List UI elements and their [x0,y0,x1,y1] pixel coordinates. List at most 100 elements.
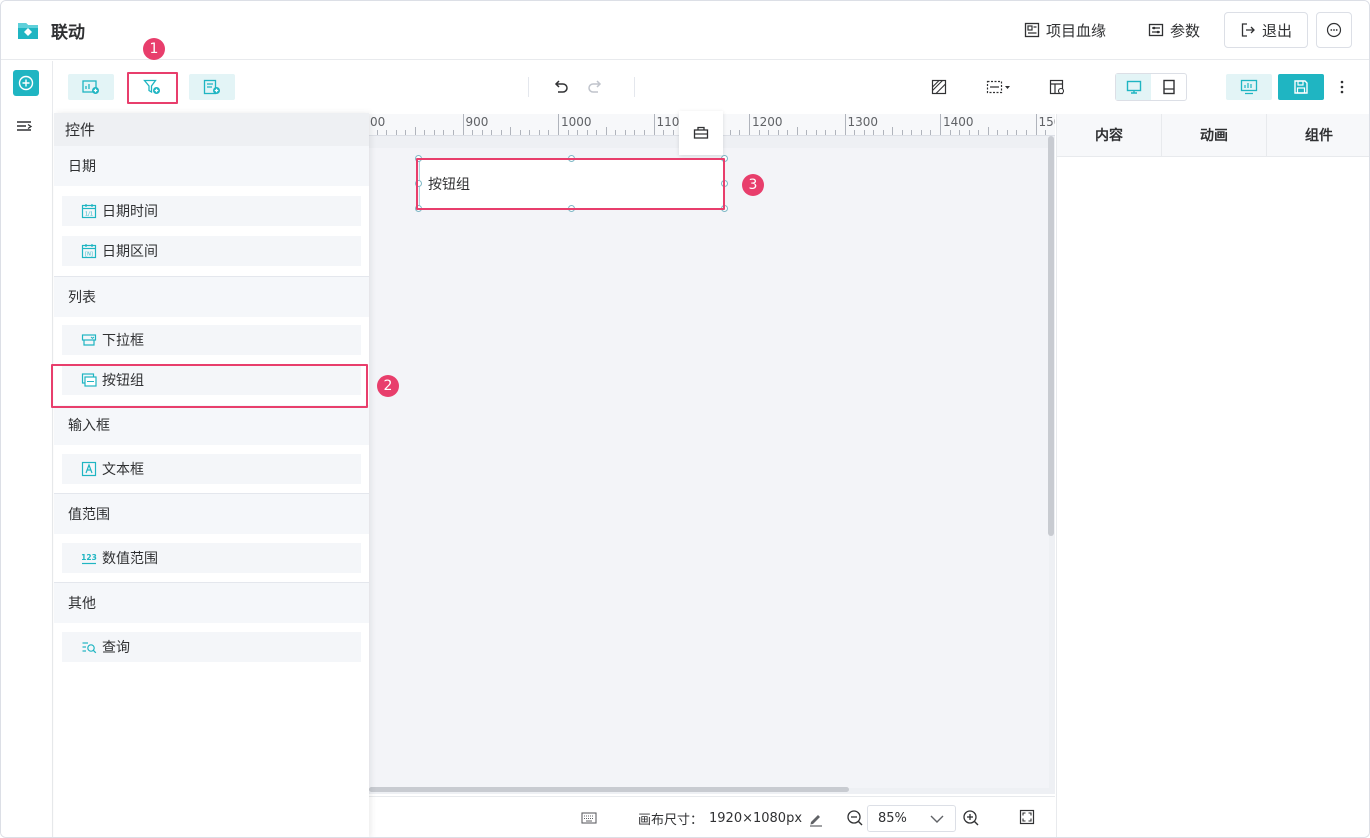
params-button[interactable]: 参数 [1148,18,1200,42]
properties-panel: 内容 动画 组件 [1056,114,1369,837]
ruler-minor-tick [472,130,474,135]
tablet-view-button[interactable] [1151,74,1186,100]
ruler-minor-tick [538,130,540,135]
zoom-select[interactable]: 85% [867,805,956,832]
layout-settings-button[interactable] [1045,75,1069,99]
widget-float-toolbar[interactable] [679,111,723,155]
resize-handle[interactable] [415,155,422,162]
resize-handle[interactable] [721,205,728,212]
add-component-button[interactable] [13,70,39,96]
ruler-minor-tick [834,130,836,135]
text-box-icon [81,461,97,477]
save-button[interactable] [1278,74,1324,100]
toolbar [54,61,1369,113]
params-icon [1148,23,1164,37]
tab-content[interactable]: 内容 [1057,114,1162,156]
ruler-minor-tick [911,130,913,135]
category-other: 其他 [54,583,369,623]
ruler-label: 1200 [752,115,783,129]
save-icon [1294,80,1308,94]
control-item-datetime[interactable]: 1/1 日期时间 [62,196,361,226]
ruler-minor-tick [920,130,922,135]
svg-text:1/1: 1/1 [85,212,93,218]
svg-text:123: 123 [81,553,97,562]
button-group-widget[interactable]: 按钮组 [419,159,725,209]
control-item-button-group[interactable]: 按钮组 [62,365,361,395]
redo-button[interactable] [583,75,607,99]
add-chart-button[interactable] [68,74,114,100]
zoom-out-button[interactable] [846,809,864,827]
params-label: 参数 [1170,21,1201,40]
fit-screen-icon [1019,809,1035,825]
calendar-range-icon: [N] [81,244,97,259]
control-item-number-range[interactable]: 123 数值范围 [62,543,361,573]
ruler-minor-tick [577,130,579,135]
resize-handle[interactable] [568,155,575,162]
ruler-minor-tick [854,130,856,135]
app-logo-icon [16,18,40,42]
ruler-minor-tick [863,130,865,135]
widget-tool-icon [693,126,709,139]
desktop-view-button[interactable] [1116,74,1151,100]
horizontal-scrollbar[interactable] [369,787,849,792]
control-item-date-range[interactable]: [N] 日期区间 [62,236,361,266]
more-options-button[interactable] [1316,12,1352,48]
control-item-dropdown[interactable]: 下拉框 [62,325,361,355]
ruler-minor-tick [930,130,932,135]
zoom-in-button[interactable] [962,809,980,827]
resize-handle[interactable] [415,205,422,212]
ruler-major-tick [749,114,750,135]
device-toggle [1115,73,1187,101]
exit-button[interactable]: 退出 [1224,12,1308,48]
control-item-label: 日期区间 [102,244,158,260]
ruler-minor-tick [395,130,397,135]
ruler-minor-tick [968,130,970,135]
background-button[interactable] [927,75,951,99]
ruler-minor-tick [510,127,512,135]
ruler-minor-tick [901,130,903,135]
page-title: 联动 [51,23,85,43]
control-item-textbox[interactable]: 文本框 [62,454,361,484]
resize-handle[interactable] [568,205,575,212]
preview-button[interactable] [1226,74,1272,100]
preview-monitor-icon [1240,79,1258,95]
ruler-label: 00 [370,115,386,129]
canvas-size-label: 画布尺寸： [638,813,704,828]
vertical-scrollbar[interactable] [1048,136,1054,536]
edit-icon[interactable] [808,811,824,827]
tab-component[interactable]: 组件 [1267,114,1369,156]
left-rail [1,61,53,837]
tab-animation[interactable]: 动画 [1162,114,1267,156]
button-group-icon [81,373,97,387]
shortcuts-button[interactable] [581,811,597,825]
canvas-board[interactable] [369,148,1049,788]
add-report-icon [203,79,220,95]
ruler-minor-tick [424,130,426,135]
ruler-minor-tick [376,130,378,135]
control-item-query[interactable]: 查询 [62,632,361,662]
resize-handle[interactable] [721,180,728,187]
undo-button[interactable] [549,75,573,99]
ruler-minor-tick [433,130,435,135]
ruler-minor-tick [405,130,407,135]
resize-handle[interactable] [721,155,728,162]
redo-icon [588,80,602,93]
ruler-minor-tick [663,130,665,135]
zoom-in-icon [963,810,979,826]
control-item-label: 按钮组 [102,373,144,389]
ruler-minor-tick [605,127,607,135]
add-report-button[interactable] [189,74,235,100]
toolbar-divider [528,77,529,97]
add-filter-button[interactable] [129,74,175,100]
toolbar-more-button[interactable] [1336,75,1348,99]
lineage-button[interactable]: 项目血缘 [1024,18,1106,42]
canvas-size-display: 画布尺寸： 1920×1080px [638,809,824,828]
layers-button[interactable] [16,119,36,135]
align-dropdown[interactable] [984,75,1016,99]
resize-handle[interactable] [415,180,422,187]
app-window: 联动 项目血缘 参数 退出 00 900 1000 1100 1200 1300… [0,0,1370,838]
fit-screen-button[interactable] [1019,809,1035,825]
ruler-minor-tick [491,130,493,135]
ruler-minor-tick [787,130,789,135]
control-item-label: 查询 [102,640,130,656]
